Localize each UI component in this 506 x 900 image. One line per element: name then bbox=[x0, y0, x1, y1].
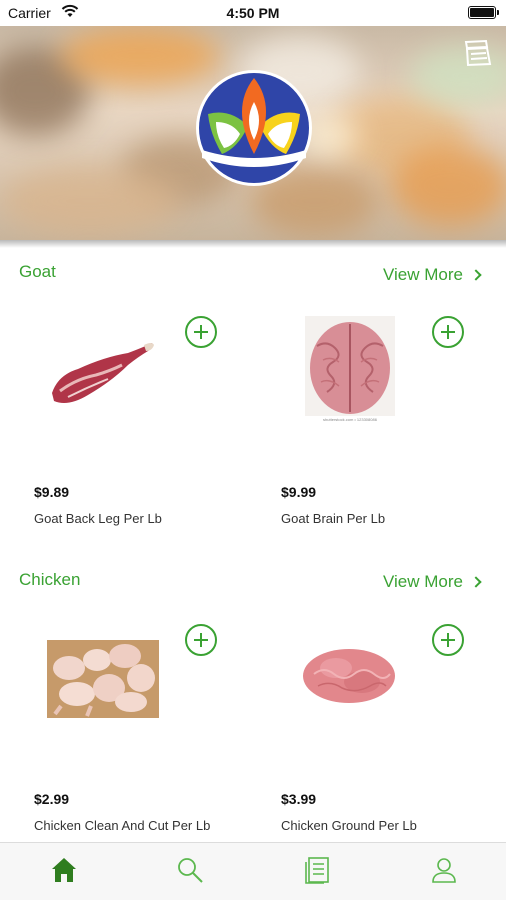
bottom-tab-bar bbox=[0, 842, 506, 900]
product-image-goat-back-leg[interactable] bbox=[48, 335, 156, 409]
battery-icon bbox=[468, 6, 499, 19]
add-to-cart-button-goat-back-leg[interactable] bbox=[185, 316, 217, 348]
menu-icon[interactable] bbox=[462, 38, 496, 68]
section-title-chicken: Chicken bbox=[19, 570, 81, 589]
image-caption: shutterstock.com • 123308086 bbox=[323, 417, 377, 422]
view-more-label: View More bbox=[383, 572, 463, 591]
ground-chicken-image bbox=[303, 649, 395, 703]
chevron-right-icon bbox=[470, 576, 482, 588]
add-to-cart-button-chicken-clean-cut[interactable] bbox=[185, 624, 217, 656]
product-price: $9.99 bbox=[281, 484, 317, 500]
product-price: $2.99 bbox=[34, 791, 70, 807]
chevron-right-icon bbox=[470, 269, 482, 281]
profile-icon[interactable] bbox=[429, 855, 459, 885]
add-to-cart-button-chicken-ground[interactable] bbox=[432, 624, 464, 656]
product-name: Goat Back Leg Per Lb bbox=[34, 511, 162, 526]
goat-leg-image bbox=[52, 343, 154, 403]
status-bar: Carrier 4:50 PM bbox=[0, 0, 506, 26]
product-price: $3.99 bbox=[281, 791, 317, 807]
product-image-chicken-clean-cut[interactable] bbox=[47, 640, 159, 718]
goat-brain-image bbox=[305, 316, 395, 416]
orders-icon[interactable] bbox=[302, 855, 332, 885]
hero-shadow bbox=[0, 240, 506, 248]
product-image-chicken-ground[interactable] bbox=[300, 644, 398, 706]
product-image-goat-brain[interactable]: shutterstock.com • 123308086 bbox=[305, 316, 395, 426]
view-more-chicken[interactable]: View More bbox=[383, 572, 482, 592]
add-to-cart-button-goat-brain[interactable] bbox=[432, 316, 464, 348]
product-name: Chicken Clean And Cut Per Lb bbox=[34, 818, 211, 833]
view-more-goat[interactable]: View More bbox=[383, 265, 482, 285]
product-name: Chicken Ground Per Lb bbox=[281, 818, 417, 833]
status-time: 4:50 PM bbox=[226, 5, 280, 21]
product-price: $9.89 bbox=[34, 484, 70, 500]
home-icon[interactable] bbox=[49, 855, 79, 885]
product-name: Goat Brain Per Lb bbox=[281, 511, 386, 526]
brand-lotus-logo bbox=[196, 70, 312, 186]
view-more-label: View More bbox=[383, 265, 463, 284]
chicken-pieces-image bbox=[47, 640, 159, 718]
section-title-goat: Goat bbox=[19, 262, 56, 281]
search-icon[interactable] bbox=[175, 855, 205, 885]
